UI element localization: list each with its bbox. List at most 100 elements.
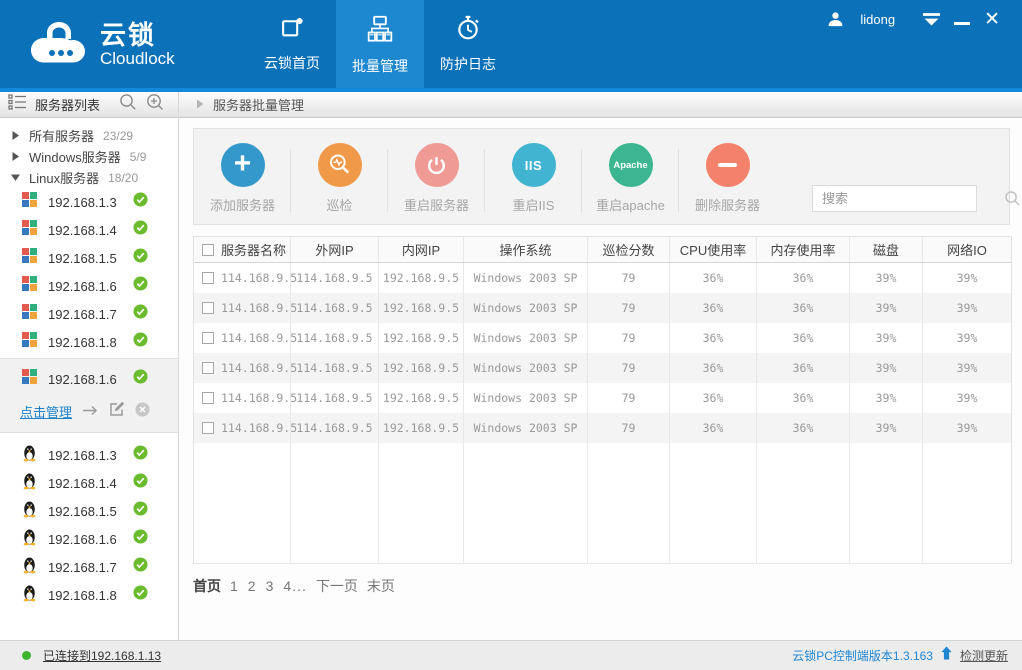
sidebar-item-server[interactable]: 192.168.1.8 (0, 581, 178, 609)
pagination-page-1[interactable]: 1 (230, 578, 239, 594)
minimize-button[interactable] (954, 14, 970, 25)
server-ip: 192.168.1.5 (48, 504, 122, 519)
tab-label: 防护日志 (440, 54, 496, 74)
pagination-last[interactable]: 末页 (367, 576, 395, 596)
tree-group-Windows服务器[interactable]: Windows服务器5/9 (0, 146, 178, 167)
tab-防护日志[interactable]: 防护日志 (424, 0, 512, 92)
cell-value: 39% (957, 421, 978, 435)
cell-value: 192.168.9.5 (383, 421, 459, 435)
table-row[interactable]: 114.168.9.5114.168.9.5192.168.9.5Windows… (194, 353, 1011, 383)
select-all-checkbox[interactable] (202, 244, 214, 256)
pagination-page-4[interactable]: 4... (283, 578, 306, 594)
tab-批量管理[interactable]: 批量管理 (336, 0, 424, 92)
search-plus-icon[interactable] (146, 93, 164, 116)
tree-group-所有服务器[interactable]: 所有服务器23/29 (0, 125, 178, 146)
cell-value: 39% (957, 301, 978, 315)
pagination-next[interactable]: 下一页 (316, 576, 358, 596)
delete-server-button[interactable]: 删除服务器 (679, 129, 776, 224)
manage-link[interactable]: 点击管理 (20, 402, 72, 421)
sidebar-item-server[interactable]: 192.168.1.4 (0, 469, 178, 497)
row-checkbox[interactable] (202, 302, 214, 314)
sidebar-item-server[interactable]: 192.168.1.6 (0, 525, 178, 553)
user-name: lidong (860, 12, 895, 27)
table-cell: 192.168.9.5 (379, 413, 464, 443)
sidebar-item-server[interactable]: 192.168.1.5 (0, 244, 178, 272)
table-row[interactable]: 114.168.9.5114.168.9.5192.168.9.5Windows… (194, 263, 1011, 293)
cell-value: 36% (793, 361, 814, 375)
pagination-first[interactable]: 首页 (193, 576, 221, 596)
row-checkbox[interactable] (202, 392, 214, 404)
sidebar-item-server[interactable]: 192.168.1.5 (0, 497, 178, 525)
remove-server-icon[interactable] (135, 402, 150, 422)
restart-apache-button[interactable]: Apache重启apache (582, 129, 679, 224)
cell-value: 36% (793, 421, 814, 435)
table-cell: 79 (588, 383, 670, 413)
cell-value: 39% (876, 331, 897, 345)
cell-value: 39% (957, 361, 978, 375)
table-row[interactable]: 114.168.9.5114.168.9.5192.168.9.5Windows… (194, 383, 1011, 413)
table-cell: 39% (923, 383, 1011, 413)
sidebar-item-server[interactable]: 192.168.1.8 (0, 328, 178, 356)
status-ok-icon (133, 192, 148, 212)
search-input[interactable] (813, 191, 1004, 206)
row-checkbox[interactable] (202, 332, 214, 344)
breadcrumb: 服务器批量管理 (179, 92, 1022, 118)
row-checkbox[interactable] (202, 362, 214, 374)
close-button[interactable]: ✕ (984, 12, 1000, 28)
menu-dropdown-icon[interactable] (923, 13, 940, 26)
cell-value: 36% (703, 331, 724, 345)
table-cell: 114.168.9.5 (194, 263, 291, 293)
table-cell: 114.168.9.5 (194, 413, 291, 443)
cell-value: 79 (622, 271, 636, 285)
table-header-row: 服务器名称外网IP内网IP操作系统巡检分数CPU使用率内存使用率磁盘网络IO (194, 237, 1011, 263)
status-ok-icon (133, 473, 148, 493)
connection-link[interactable]: 已连接到192.168.1.13 (43, 647, 161, 664)
sidebar-item-selected-server[interactable]: 192.168.1.6 (0, 368, 178, 390)
search-icon[interactable] (119, 93, 137, 116)
goto-arrow-icon[interactable] (82, 403, 99, 421)
table-cell: 36% (670, 293, 757, 323)
sidebar-item-server[interactable]: 192.168.1.3 (0, 188, 178, 216)
row-checkbox[interactable] (202, 422, 214, 434)
table-cell: 39% (923, 323, 1011, 353)
add-server-button[interactable]: +添加服务器 (194, 129, 291, 224)
check-update-link[interactable]: 检测更新 (960, 647, 1008, 664)
row-checkbox[interactable] (202, 272, 214, 284)
tree-group-count: 18/20 (108, 171, 138, 185)
column-header-label: 内网IP (402, 240, 440, 259)
table-cell: 79 (588, 293, 670, 323)
table-row[interactable]: 114.168.9.5114.168.9.5192.168.9.5Windows… (194, 413, 1011, 443)
tree-group-Linux服务器[interactable]: Linux服务器18/20 (0, 167, 178, 188)
restart-server-button[interactable]: 重启服务器 (388, 129, 485, 224)
inspect-icon (318, 143, 362, 187)
edit-server-icon[interactable] (109, 401, 125, 422)
tab-云锁首页[interactable]: 云锁首页 (248, 0, 336, 92)
app-subtitle: Cloudlock (100, 49, 175, 69)
pagination-page-2[interactable]: 2 (248, 578, 257, 594)
sidebar-item-server[interactable]: 192.168.1.3 (0, 441, 178, 469)
cell-value: Windows 2003 SP (474, 331, 578, 345)
linux-tux-icon (22, 556, 37, 579)
tab-label: 批量管理 (352, 56, 408, 76)
cell-value: 192.168.9.5 (383, 361, 459, 375)
inspect-button[interactable]: 巡检 (291, 129, 388, 224)
table-row[interactable]: 114.168.9.5114.168.9.5192.168.9.5Windows… (194, 293, 1011, 323)
update-arrow-icon (940, 646, 953, 665)
sidebar-item-server[interactable]: 192.168.1.7 (0, 300, 178, 328)
search-icon[interactable] (1004, 190, 1021, 207)
sidebar-item-server[interactable]: 192.168.1.7 (0, 553, 178, 581)
table-row[interactable]: 114.168.9.5114.168.9.5192.168.9.5Windows… (194, 323, 1011, 353)
restart-iis-button[interactable]: IIS重启IIS (485, 129, 582, 224)
table-cell: 114.168.9.5 (291, 383, 379, 413)
sidebar-item-server[interactable]: 192.168.1.6 (0, 272, 178, 300)
cell-value: 39% (876, 391, 897, 405)
cell-value: 36% (703, 391, 724, 405)
pagination-page-3[interactable]: 3 (266, 578, 275, 594)
sidebar-item-server[interactable]: 192.168.1.4 (0, 216, 178, 244)
table-cell: 39% (850, 323, 923, 353)
empty-cell (194, 443, 291, 563)
server-ip: 192.168.1.4 (48, 223, 122, 238)
empty-cell (923, 443, 1011, 563)
cell-value: 192.168.9.5 (383, 301, 459, 315)
cell-value: 192.168.9.5 (383, 391, 459, 405)
